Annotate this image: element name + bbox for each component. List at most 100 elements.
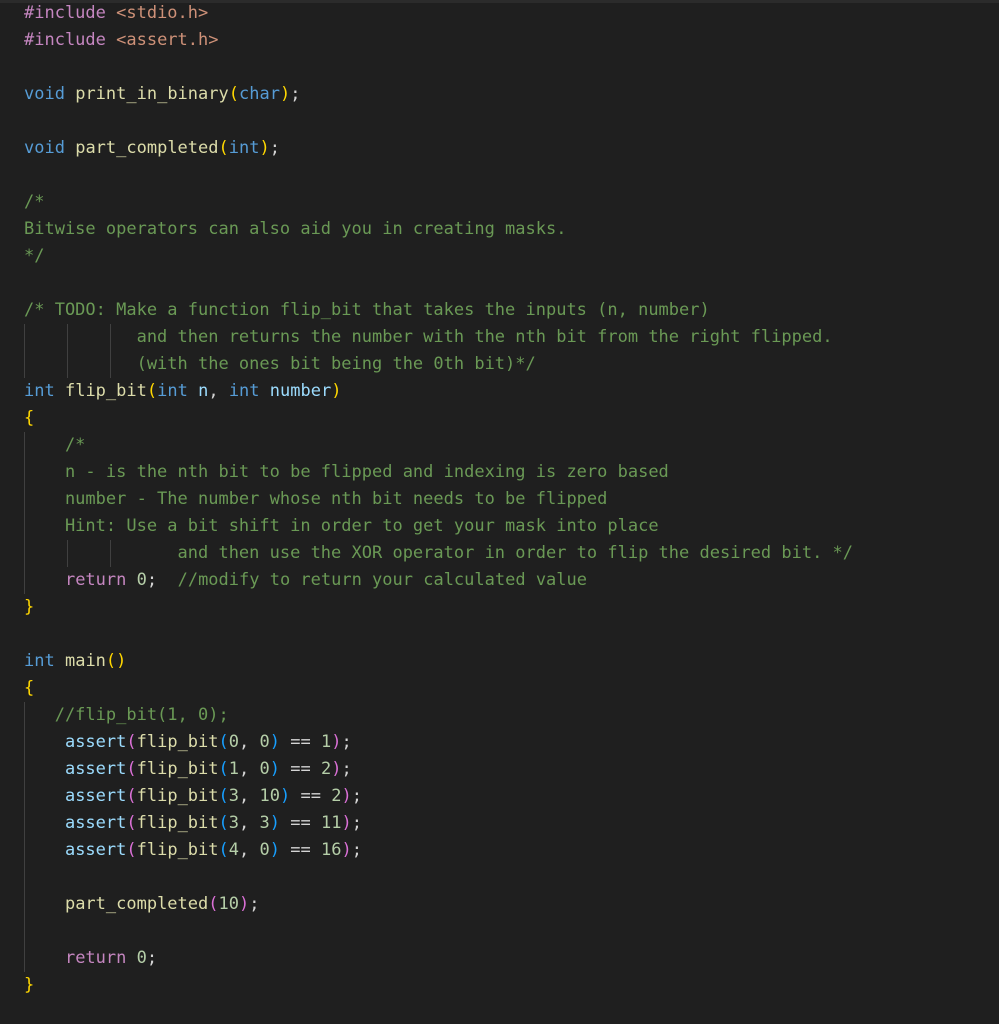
code-token: ) [269, 759, 280, 779]
code-line[interactable]: void part_completed(int); [24, 135, 994, 162]
code-token: , [239, 813, 260, 833]
code-token: ( [146, 381, 158, 401]
code-token: ( [218, 840, 229, 860]
code-token: //modify to return your calculated value [177, 570, 587, 590]
code-line[interactable]: /* [24, 432, 994, 459]
code-line[interactable]: return 0; [24, 945, 994, 972]
code-token: 4 [228, 840, 240, 860]
code-token: ( [218, 786, 229, 806]
indent-guide [24, 783, 25, 810]
code-line[interactable]: Bitwise operators can also aid you in cr… [24, 216, 994, 243]
code-line[interactable]: void print_in_binary(char); [24, 81, 994, 108]
code-line[interactable]: number - The number whose nth bit needs … [24, 486, 994, 513]
indent-guide [24, 513, 25, 540]
code-line[interactable] [24, 864, 994, 891]
code-line[interactable]: /* TODO: Make a function flip_bit that t… [24, 297, 994, 324]
code-token: 0 [228, 732, 240, 752]
code-line[interactable]: } [24, 972, 994, 999]
code-line[interactable]: and then returns the number with the nth… [24, 324, 994, 351]
code-line[interactable] [24, 54, 994, 81]
code-line[interactable] [24, 621, 994, 648]
code-line[interactable] [24, 918, 994, 945]
code-line[interactable]: //flip_bit(1, 0); [24, 702, 994, 729]
code-token: ( [218, 759, 229, 779]
code-token: flip_bit [136, 732, 219, 752]
code-token: ; [290, 84, 301, 104]
code-token: <stdio.h> [116, 3, 209, 23]
code-token: ; [351, 813, 362, 833]
code-token: ) [331, 381, 342, 401]
indent-guide [24, 486, 25, 513]
code-token: == [280, 840, 321, 860]
code-token: 3 [228, 813, 240, 833]
code-token: ) [238, 894, 250, 914]
code-token: ( [218, 732, 229, 752]
code-token: , [239, 732, 260, 752]
code-line[interactable]: assert(flip_bit(3, 3) == 11); [24, 810, 994, 837]
code-token: 1 [228, 759, 240, 779]
code-token: ; [341, 732, 352, 752]
code-token: ) [331, 732, 342, 752]
code-token: ; [341, 759, 352, 779]
code-line[interactable]: and then use the XOR operator in order t… [24, 540, 994, 567]
code-area[interactable]: #include <stdio.h> #include <assert.h> voi… [24, 0, 994, 999]
code-line[interactable]: } [24, 594, 994, 621]
code-line[interactable]: int main() [24, 648, 994, 675]
code-token: int [24, 381, 55, 401]
code-token: flip_bit [136, 813, 219, 833]
code-line[interactable]: */ [24, 243, 994, 270]
indent-guide [24, 810, 25, 837]
indent-guide [110, 351, 111, 378]
code-editor[interactable]: #include <stdio.h> #include <assert.h> voi… [0, 0, 999, 1024]
code-token: Hint: Use a bit shift in order to get yo… [24, 516, 659, 536]
code-token: return [64, 570, 127, 590]
code-line[interactable]: part_completed(10); [24, 891, 994, 918]
code-line[interactable]: n - is the nth bit to be flipped and ind… [24, 459, 994, 486]
code-line[interactable]: assert(flip_bit(4, 0) == 16); [24, 837, 994, 864]
indent-guide [24, 459, 25, 486]
indent-guide [24, 324, 25, 351]
code-token: #include [24, 30, 117, 50]
code-token: number [269, 381, 332, 401]
code-line[interactable]: return 0; //modify to return your calcul… [24, 567, 994, 594]
indent-guide [67, 540, 68, 567]
indent-guide [24, 702, 25, 729]
code-line[interactable]: #include <assert.h> [24, 27, 994, 54]
code-line[interactable]: Hint: Use a bit shift in order to get yo… [24, 513, 994, 540]
code-token: flip_bit [136, 786, 219, 806]
code-line[interactable]: { [24, 675, 994, 702]
code-line[interactable]: int flip_bit(int n, int number) [24, 378, 994, 405]
code-token: 0 [259, 840, 270, 860]
code-line[interactable]: assert(flip_bit(1, 0) == 2); [24, 756, 994, 783]
code-line[interactable] [24, 108, 994, 135]
code-line[interactable]: #include <stdio.h> [24, 0, 994, 27]
code-token: ) [279, 786, 291, 806]
code-token: and then returns the number with the nth… [24, 327, 833, 347]
code-token: ; [351, 840, 362, 860]
code-line[interactable] [24, 162, 994, 189]
code-token: ) [279, 84, 291, 104]
code-line[interactable] [24, 270, 994, 297]
indent-guide [110, 324, 111, 351]
code-token: n [198, 381, 209, 401]
code-line[interactable]: assert(flip_bit(3, 10) == 2); [24, 783, 994, 810]
code-line[interactable]: /* [24, 189, 994, 216]
code-token: (with the ones bit being the 0th bit)*/ [24, 354, 536, 374]
code-token: assert [64, 813, 127, 833]
code-line[interactable]: assert(flip_bit(0, 0) == 1); [24, 729, 994, 756]
indent-guide [67, 324, 68, 351]
code-line[interactable]: (with the ones bit being the 0th bit)*/ [24, 351, 994, 378]
code-token: ; [351, 786, 362, 806]
code-token: { [24, 678, 35, 698]
code-line[interactable]: { [24, 405, 994, 432]
code-token: == [280, 813, 321, 833]
